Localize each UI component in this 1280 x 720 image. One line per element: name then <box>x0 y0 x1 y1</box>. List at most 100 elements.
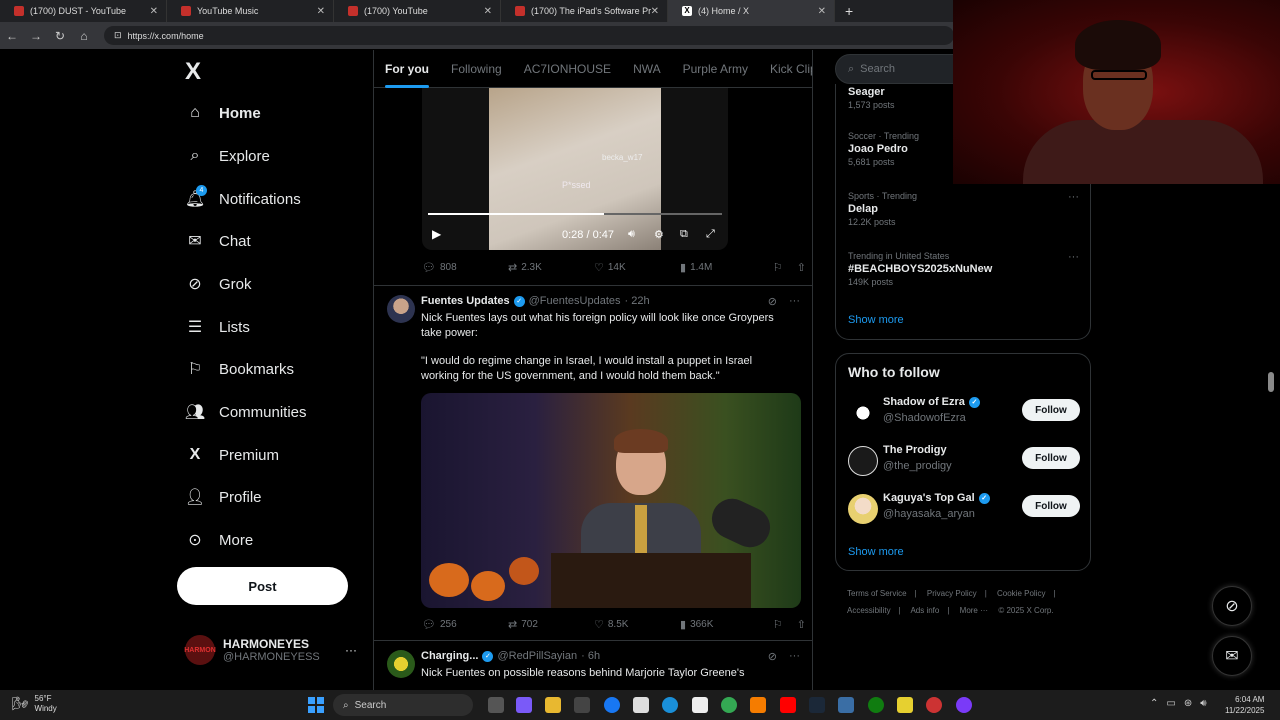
trend-item[interactable]: Sports · Trending Delap 12.2K posts ··· <box>848 191 1079 227</box>
network-icon[interactable]: ⊛ <box>1184 698 1192 709</box>
windows-start-icon[interactable] <box>308 697 324 713</box>
play-icon[interactable]: ▶ <box>432 227 441 241</box>
back-icon[interactable]: ← <box>0 29 24 43</box>
messages-icon[interactable]: ✉ <box>1212 636 1252 676</box>
file-explorer-icon[interactable] <box>545 697 561 713</box>
tweet-author-name[interactable]: Charging... <box>421 650 478 662</box>
nav-lists[interactable]: ☰ Lists <box>185 312 250 342</box>
tweet-time[interactable]: · 22h <box>625 295 650 307</box>
more-dots-icon[interactable]: ··· <box>789 650 800 663</box>
xbox-icon[interactable] <box>868 697 884 713</box>
store-icon[interactable] <box>574 697 590 713</box>
nav-notifications[interactable]: 🔔︎ 4 Notifications <box>185 184 301 214</box>
nav-grok[interactable]: ⊘ Grok <box>185 269 251 299</box>
terms-link[interactable]: Terms of Service <box>847 589 907 598</box>
browser-tab[interactable]: YouTube Music ✕ <box>167 0 334 22</box>
vlc-icon[interactable] <box>750 697 766 713</box>
edge-icon[interactable] <box>662 697 678 713</box>
share-icon[interactable]: ⇧ <box>797 618 806 631</box>
more-dots-icon[interactable]: ··· <box>1068 251 1079 263</box>
close-tab-icon[interactable]: ✕ <box>150 6 158 17</box>
grok-icon[interactable]: ⊘ <box>1212 586 1252 626</box>
like-button[interactable]: ♡ 8.5K <box>594 618 680 631</box>
volume-icon[interactable]: 🔊︎ <box>628 228 635 241</box>
nav-communities[interactable]: 👥︎ Communities <box>185 397 307 427</box>
avatar[interactable] <box>387 295 415 323</box>
obs-icon[interactable] <box>956 697 972 713</box>
new-tab-icon[interactable]: + <box>845 3 853 19</box>
reply-button[interactable]: 💬︎ 808 <box>422 261 508 274</box>
fullscreen-icon[interactable]: ⤢ <box>706 228 715 241</box>
more-dots-icon[interactable]: ··· <box>1068 191 1079 203</box>
app-icon[interactable] <box>926 697 942 713</box>
reload-icon[interactable]: ↻ <box>48 29 72 43</box>
more-dots-icon[interactable]: ··· <box>789 295 800 308</box>
weather-widget[interactable]: 🌬︎ 56°F Windy <box>12 694 57 714</box>
privacy-link[interactable]: Privacy Policy <box>927 589 977 598</box>
close-tab-icon[interactable]: ✕ <box>317 6 325 17</box>
tweet-author-name[interactable]: Fuentes Updates <box>421 295 510 307</box>
sticky-notes-icon[interactable] <box>897 697 913 713</box>
share-icon[interactable]: ⇧ <box>797 261 806 274</box>
browser-tab-active[interactable]: X (4) Home / X ✕ <box>668 0 835 22</box>
views-button[interactable]: ▮ 366K <box>680 618 766 631</box>
picture-in-picture-icon[interactable]: ⧉ <box>680 228 688 241</box>
tab-following[interactable]: Following <box>440 50 513 88</box>
cookie-link[interactable]: Cookie Policy <box>997 589 1045 598</box>
account-switcher[interactable]: HARMON HARMONEYES @HARMONEYESS ··· <box>184 635 357 665</box>
views-button[interactable]: ▮ 1.4M <box>680 261 766 274</box>
nav-explore[interactable]: ⌕ Explore <box>185 141 270 171</box>
tab-purple-army[interactable]: Purple Army <box>672 50 759 88</box>
battery-icon[interactable]: ▭ <box>1166 698 1175 709</box>
nav-premium[interactable]: X Premium <box>185 440 279 470</box>
more-dots-icon[interactable]: ··· <box>345 643 357 657</box>
follow-button[interactable]: Follow <box>1022 399 1080 421</box>
browser-tab[interactable]: (1700) DUST - YouTube ✕ <box>0 0 167 22</box>
tab-ac7ionhouse[interactable]: AC7IONHOUSE <box>513 50 622 88</box>
more-link[interactable]: More ··· <box>960 606 988 615</box>
chrome-icon[interactable] <box>721 697 737 713</box>
post-button[interactable]: Post <box>177 567 348 605</box>
tab-nwa[interactable]: NWA <box>622 50 672 88</box>
follow-suggestion[interactable]: Shadow of Ezra ✓ @ShadowofEzra Follow <box>848 394 1080 430</box>
youtube-icon[interactable] <box>780 697 796 713</box>
follow-show-more-link[interactable]: Show more <box>848 546 904 558</box>
taskbar-search[interactable]: ⌕ Search <box>333 694 473 716</box>
bookmark-icon[interactable]: ⚐ <box>773 261 783 274</box>
tweet-author-handle[interactable]: @RedPillSayian <box>497 650 577 662</box>
trend-item[interactable]: Seager 1,573 posts <box>848 84 895 110</box>
volume-icon[interactable]: 🔊︎ <box>1200 698 1206 709</box>
site-info-icon[interactable]: ⊡ <box>114 30 122 41</box>
like-button[interactable]: ♡ 14K <box>594 261 680 274</box>
video-progress-bar[interactable] <box>428 213 722 215</box>
scrollbar-thumb[interactable] <box>1268 372 1274 392</box>
browser-tab[interactable]: (1700) YouTube ✕ <box>334 0 501 22</box>
close-tab-icon[interactable]: ✕ <box>651 6 659 17</box>
settings-gear-icon[interactable]: ⚙ <box>654 228 664 241</box>
follow-suggestion[interactable]: The Prodigy @the_prodigy Follow <box>848 442 1080 478</box>
nav-chat[interactable]: ✉ Chat <box>185 226 250 256</box>
tweet-image[interactable] <box>421 393 801 608</box>
follow-button[interactable]: Follow <box>1022 447 1080 469</box>
clock[interactable]: 6:04 AM 11/22/2025 <box>1225 694 1264 716</box>
ads-info-link[interactable]: Ads info <box>910 606 939 615</box>
nav-profile[interactable]: 👤︎ Profile <box>185 482 262 512</box>
nav-home[interactable]: ⌂ Home <box>185 98 261 128</box>
browser-tab[interactable]: (1700) The iPad's Software Proble✕ <box>501 0 668 22</box>
home-icon[interactable]: ⌂ <box>72 29 96 43</box>
close-tab-icon[interactable]: ✕ <box>484 6 492 17</box>
forward-icon[interactable]: → <box>24 29 48 43</box>
tab-for-you[interactable]: For you <box>374 50 440 88</box>
repost-button[interactable]: ⇄ 702 <box>508 618 594 631</box>
repost-button[interactable]: ⇄ 2.3K <box>508 261 594 274</box>
trends-show-more-link[interactable]: Show more <box>848 314 904 326</box>
video-player[interactable]: becka_w17 P*ssed ▶ 0:28 / 0:47 🔊︎ ⚙ ⧉ ⤢ <box>422 88 728 250</box>
follow-button[interactable]: Follow <box>1022 495 1080 517</box>
nav-more[interactable]: ⊙ More <box>185 525 253 555</box>
reply-button[interactable]: 💬︎ 256 <box>422 618 508 631</box>
trend-item[interactable]: Trending in United States #BEACHBOYS2025… <box>848 251 1079 287</box>
copilot-icon[interactable] <box>516 697 532 713</box>
tweet-author-handle[interactable]: @FuentesUpdates <box>529 295 621 307</box>
facebook-icon[interactable] <box>604 697 620 713</box>
grok-icon[interactable]: ⊘ <box>768 650 777 663</box>
